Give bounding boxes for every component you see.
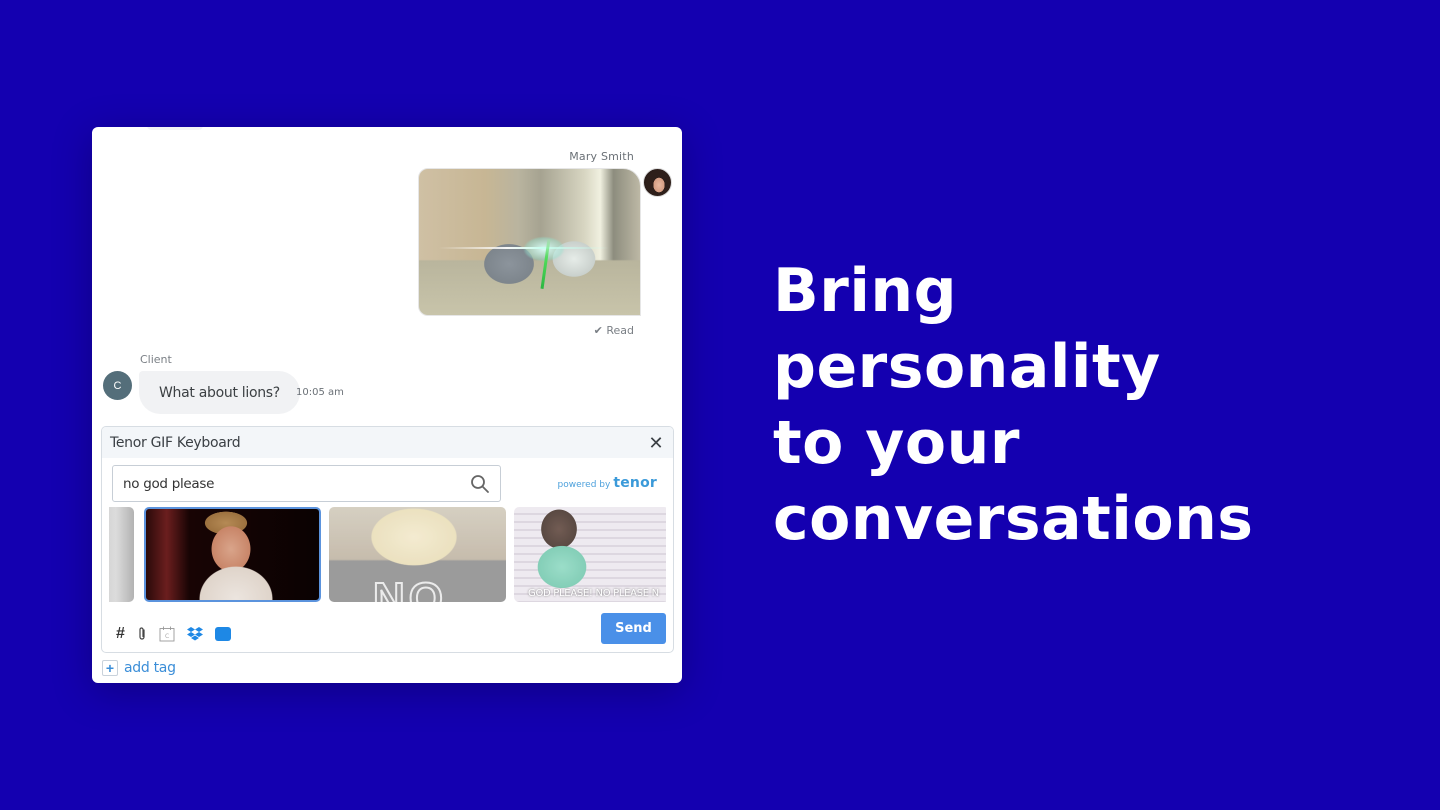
gif-result-partial[interactable] — [109, 507, 134, 602]
send-button[interactable]: Send — [601, 613, 666, 644]
gif-result[interactable]: NO — [329, 507, 506, 602]
chat-card: Mary Smith ✔ Read Client C What about li… — [92, 127, 682, 683]
headline-line: Bring — [773, 256, 958, 326]
close-icon[interactable]: ✕ — [647, 434, 665, 452]
client-message-bubble: What about lions? — [139, 371, 300, 414]
gif-result-selected[interactable] — [144, 507, 321, 602]
add-tag-label: add tag — [124, 660, 176, 676]
powered-by-label: powered by — [557, 480, 611, 490]
gif-caption: GOD PLEASE! NO PLEASE N — [528, 588, 659, 599]
dropbox-icon[interactable] — [186, 626, 203, 642]
gif-light-beam — [439, 247, 609, 249]
gif-panel-title: Tenor GIF Keyboard — [110, 434, 241, 451]
message-timestamp: 10:05 am — [296, 387, 344, 398]
calendar-icon[interactable]: C — [159, 626, 175, 642]
add-tag-button[interactable]: + add tag — [102, 660, 176, 676]
composer-toolbar: # C — [116, 625, 231, 643]
previous-message-stub — [147, 127, 203, 130]
headline-line: to your — [773, 408, 1020, 478]
marketing-headline: Bring personality to your conversations — [773, 253, 1254, 557]
client-avatar: C — [103, 371, 132, 400]
gif-caption: NO — [372, 573, 447, 602]
gif-result[interactable]: GOD PLEASE! NO PLEASE N — [514, 507, 666, 602]
gif-search-input[interactable] — [123, 475, 470, 492]
tenor-gif-keyboard: Tenor GIF Keyboard ✕ powered by tenor NO… — [101, 426, 674, 653]
tenor-logo: tenor — [613, 475, 657, 491]
sent-gif-image[interactable] — [418, 168, 641, 316]
svg-text:C: C — [165, 633, 169, 640]
gif-results-carousel[interactable]: NO GOD PLEASE! NO PLEASE N — [109, 507, 666, 603]
headline-line: personality — [773, 332, 1161, 402]
gif-panel-header: Tenor GIF Keyboard ✕ — [102, 427, 673, 458]
read-status: ✔ Read — [593, 324, 634, 337]
agent-sender-name: Mary Smith — [569, 150, 634, 163]
client-sender-name: Client — [140, 353, 172, 366]
hashtag-icon[interactable]: # — [116, 625, 125, 643]
tenor-icon[interactable] — [214, 627, 231, 641]
plus-icon: + — [102, 660, 118, 676]
agent-avatar — [643, 168, 672, 197]
paperclip-icon[interactable] — [137, 626, 147, 642]
gif-search-field[interactable] — [112, 465, 501, 502]
search-icon[interactable] — [470, 474, 490, 494]
headline-line: conversations — [773, 484, 1254, 554]
powered-by-tenor[interactable]: powered by tenor — [558, 475, 657, 491]
